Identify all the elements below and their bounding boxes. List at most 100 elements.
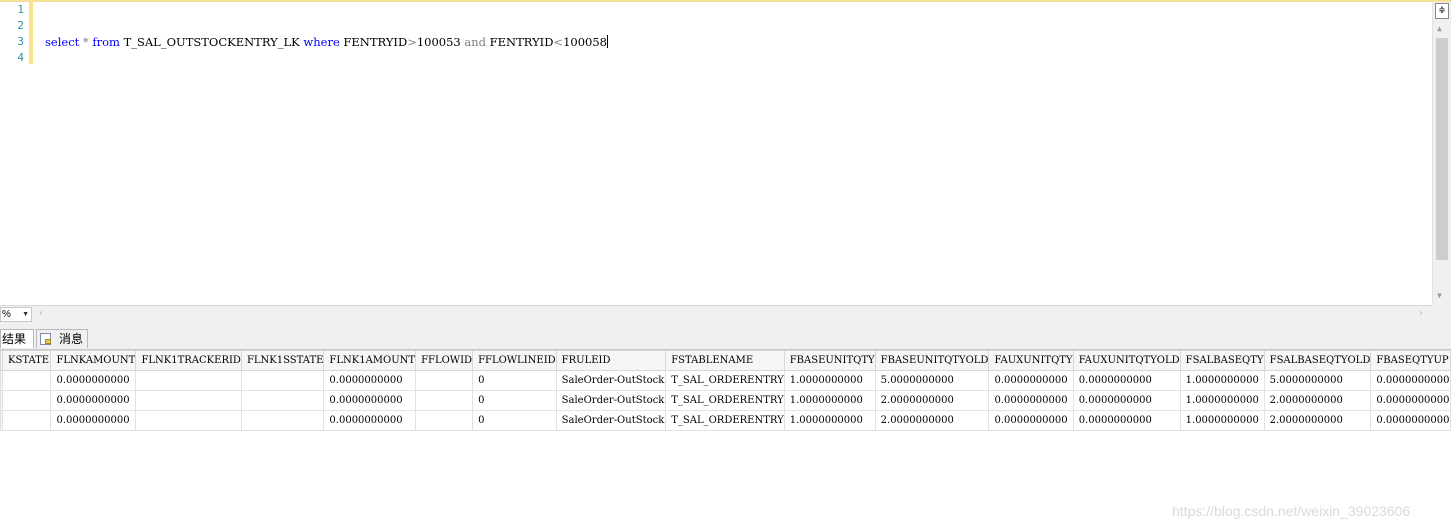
table-cell[interactable]: 2.0000000000	[1263, 390, 1372, 411]
table-cell[interactable]: 1.0000000000	[783, 410, 876, 431]
scrollbar-thumb[interactable]	[1436, 38, 1448, 260]
table-cell[interactable]: 2.0000000000	[874, 410, 990, 431]
table-cell[interactable]: 0.0000000000	[50, 410, 137, 431]
table-cell[interactable]: 0.0000000000	[50, 370, 137, 391]
sql-token: from	[92, 35, 120, 49]
scrollbar-corner	[1432, 305, 1451, 324]
zoom-value: %	[2, 309, 11, 320]
table-cell[interactable]	[1, 410, 52, 431]
table-cell[interactable]: 0	[472, 390, 557, 411]
table-cell[interactable]	[135, 370, 242, 391]
table-cell[interactable]	[415, 410, 474, 431]
table-cell[interactable]	[240, 370, 325, 391]
table-cell[interactable]: 0.0000000000	[323, 390, 417, 411]
table-cell[interactable]	[415, 390, 474, 411]
column-header[interactable]: FLNK1SSTATE	[240, 350, 325, 371]
table-header-row: KSTATE FLNKAMOUNT FLNK1TRACKERID FLNK1SSTAT…	[0, 350, 1451, 371]
tab-messages[interactable]: 消息	[36, 329, 88, 348]
zoom-select[interactable]: % ▼	[0, 307, 32, 322]
table-cell[interactable]: 2.0000000000	[1263, 410, 1372, 431]
table-cell[interactable]	[240, 390, 325, 411]
split-window-icon[interactable]: ≑	[1435, 3, 1449, 19]
sql-token: FENTRYID	[339, 35, 408, 49]
table-cell[interactable]: 0.0000000000	[50, 390, 137, 411]
column-header[interactable]: FSALBASEQTYOLD	[1263, 350, 1372, 371]
sql-token: FENTRYID	[486, 35, 554, 49]
line-number: 3	[17, 35, 24, 48]
table-cell[interactable]: 0.0000000000	[323, 370, 417, 391]
column-header[interactable]: FLNK1TRACKERID	[135, 350, 242, 371]
table-cell[interactable]: T_SAL_ORDERENTRY	[665, 370, 785, 391]
table-cell[interactable]: 0.0000000000	[1072, 390, 1181, 411]
table-cell[interactable]: 1.0000000000	[1179, 390, 1265, 411]
table-row[interactable]: 0.0000000000 0.0000000000 0 SaleOrder-OutSt…	[0, 370, 1451, 391]
table-cell[interactable]	[1, 390, 52, 411]
table-row[interactable]: 0.0000000000 0.0000000000 0 SaleOrder-OutSt…	[0, 410, 1451, 431]
table-cell[interactable]: 1.0000000000	[783, 370, 876, 391]
column-header[interactable]: FAUXUNITQTYOLD	[1072, 350, 1181, 371]
table-cell[interactable]	[240, 410, 325, 431]
table-cell[interactable]: 0.0000000000	[1370, 370, 1451, 391]
column-header[interactable]: FLNK1AMOUNT	[323, 350, 417, 371]
column-header[interactable]: FLNKAMOUNT	[50, 350, 137, 371]
query-editor[interactable]: 1 2 3 4 select * from T_SAL_OUTSTOCKENTR…	[0, 2, 1432, 305]
table-cell[interactable]: T_SAL_ORDERENTRY	[665, 390, 785, 411]
table-cell[interactable]	[135, 390, 242, 411]
table-cell[interactable]: SaleOrder-OutStock	[555, 390, 667, 411]
table-cell[interactable]: 5.0000000000	[874, 370, 990, 391]
table-cell[interactable]	[415, 370, 474, 391]
scroll-up-arrow-icon[interactable]: ▲	[1437, 24, 1442, 33]
column-header[interactable]: FFLOWLINEID	[472, 350, 557, 371]
table-cell[interactable]: 0.0000000000	[988, 410, 1074, 431]
table-cell[interactable]: 0.0000000000	[988, 370, 1074, 391]
column-header[interactable]: FBASEQTYUP	[1370, 350, 1451, 371]
table-cell[interactable]: T_SAL_ORDERENTRY	[665, 410, 785, 431]
table-cell[interactable]: 0	[472, 410, 557, 431]
table-cell[interactable]: 0.0000000000	[1072, 370, 1181, 391]
table-cell[interactable]: 1.0000000000	[783, 390, 876, 411]
line-number: 4	[17, 51, 24, 64]
sql-token: <	[553, 35, 564, 49]
editor-status-bar: % ▼ ‹ ›	[0, 305, 1432, 324]
table-cell[interactable]: 0	[472, 370, 557, 391]
sql-token: T_SAL_OUTSTOCKENTRY_LK	[119, 35, 304, 49]
column-header[interactable]: KSTATE	[1, 350, 52, 371]
sql-token: where	[303, 35, 340, 49]
column-header[interactable]: FBASEUNITQTYOLD	[874, 350, 990, 371]
column-header[interactable]: FSALBASEQTY	[1179, 350, 1265, 371]
scroll-down-arrow-icon[interactable]: ▼	[1437, 291, 1442, 300]
table-cell[interactable]: 1.0000000000	[1179, 410, 1265, 431]
table-cell[interactable]	[135, 410, 242, 431]
table-cell[interactable]	[1, 370, 52, 391]
change-indicator-bar	[29, 2, 33, 64]
results-table: KSTATE FLNKAMOUNT FLNK1TRACKERID FLNK1SSTAT…	[0, 350, 1451, 431]
column-header[interactable]: FBASEUNITQTY	[783, 350, 876, 371]
table-cell[interactable]: 0.0000000000	[323, 410, 417, 431]
scroll-right-arrow-icon[interactable]: ›	[1418, 308, 1424, 319]
tab-results[interactable]: 结果	[0, 329, 34, 348]
sql-token: and	[464, 35, 487, 49]
line-number: 2	[17, 19, 24, 32]
watermark: https://blog.csdn.net/weixin_39023606	[1172, 503, 1411, 519]
column-header[interactable]: FFLOWID	[415, 350, 474, 371]
table-cell[interactable]: 0.0000000000	[1370, 410, 1451, 431]
table-row[interactable]: 0.0000000000 0.0000000000 0 SaleOrder-OutSt…	[0, 390, 1451, 411]
scroll-left-arrow-icon[interactable]: ‹	[38, 308, 44, 319]
table-cell[interactable]: 0.0000000000	[988, 390, 1074, 411]
column-header[interactable]: FSTABLENAME	[665, 350, 785, 371]
sql-token: select	[45, 35, 80, 49]
column-header[interactable]: FAUXUNITQTY	[988, 350, 1074, 371]
table-cell[interactable]: 0.0000000000	[1072, 410, 1181, 431]
editor-vertical-scrollbar[interactable]: ≑ ▲ ▼	[1432, 2, 1451, 305]
text-caret	[607, 35, 608, 48]
sql-query-line[interactable]: select * from T_SAL_OUTSTOCKENTRY_LK whe…	[45, 35, 608, 49]
sql-token: 100053	[416, 35, 465, 49]
column-header[interactable]: FRULEID	[555, 350, 667, 371]
table-cell[interactable]: SaleOrder-OutStock	[555, 370, 667, 391]
table-cell[interactable]: 2.0000000000	[874, 390, 990, 411]
results-tab-strip: 结果 消息	[0, 324, 1451, 349]
table-cell[interactable]: 0.0000000000	[1370, 390, 1451, 411]
table-cell[interactable]: 1.0000000000	[1179, 370, 1265, 391]
table-cell[interactable]: SaleOrder-OutStock	[555, 410, 667, 431]
table-cell[interactable]: 5.0000000000	[1263, 370, 1372, 391]
